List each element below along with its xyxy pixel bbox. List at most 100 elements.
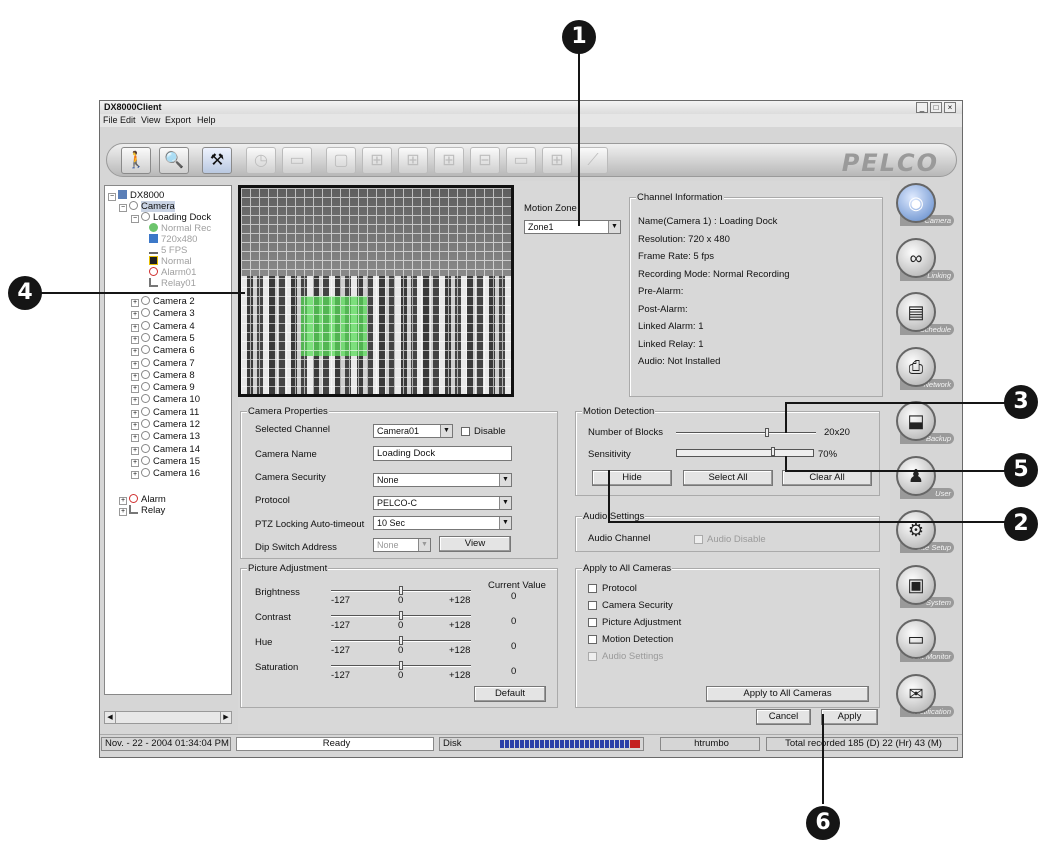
ptz-timeout-select[interactable]: 10 Sec ▼: [373, 516, 512, 530]
expand-icon[interactable]: +: [131, 446, 139, 455]
tree-camera-item[interactable]: + Camera 5: [131, 332, 195, 344]
person-icon[interactable]: 🚶: [121, 147, 151, 174]
layout-4-icon[interactable]: ⊞: [362, 147, 392, 174]
expand-icon[interactable]: +: [131, 397, 139, 406]
clear-all-button[interactable]: Clear All: [782, 470, 872, 486]
adjust-slider-thumb[interactable]: [399, 661, 403, 670]
apply-option-checkbox[interactable]: [588, 652, 597, 661]
schedule-icon[interactable]: ▤: [896, 292, 936, 332]
expand-icon[interactable]: +: [131, 422, 139, 430]
selected-channel-select[interactable]: Camera01 ▼: [373, 424, 453, 438]
tree-detail-relay[interactable]: Relay01: [149, 278, 196, 289]
select-all-button[interactable]: Select All: [683, 470, 773, 486]
layout-16-icon[interactable]: ⊞: [434, 147, 464, 174]
chevron-down-icon[interactable]: ▼: [608, 221, 620, 233]
chevron-down-icon[interactable]: ▼: [440, 425, 452, 437]
tree-camera-item[interactable]: + Camera 6: [131, 345, 195, 357]
menu-export[interactable]: Export: [165, 115, 191, 125]
tree-relay[interactable]: + Relay: [119, 505, 165, 516]
layout-8-icon[interactable]: ⊞: [542, 147, 572, 174]
expand-icon[interactable]: +: [131, 311, 139, 320]
expand-icon[interactable]: +: [131, 372, 139, 381]
camera-icon[interactable]: ◉: [896, 183, 936, 223]
user-icon[interactable]: ♟: [896, 455, 936, 496]
audio-disable-checkbox[interactable]: [694, 535, 703, 544]
cancel-button[interactable]: Cancel: [756, 709, 811, 725]
apply-option-checkbox[interactable]: [588, 635, 597, 644]
expand-icon[interactable]: +: [131, 360, 139, 369]
network-icon[interactable]: ⎙: [896, 346, 936, 387]
tree-camera-item[interactable]: + Camera 16: [131, 468, 200, 480]
monitor-icon[interactable]: ▭: [896, 619, 936, 659]
scroll-right-icon[interactable]: ▶: [220, 712, 231, 723]
maximize-button[interactable]: □: [930, 102, 942, 113]
menu-edit[interactable]: Edit: [120, 115, 136, 125]
tree-camera-item[interactable]: + Camera 3: [131, 308, 195, 320]
chevron-down-icon[interactable]: ▼: [418, 539, 430, 551]
site-setup-icon[interactable]: ⚙: [896, 510, 936, 550]
default-button[interactable]: Default: [474, 686, 546, 702]
adjust-slider-thumb[interactable]: [399, 611, 403, 620]
menu-help[interactable]: Help: [197, 115, 216, 125]
tree-camera-1[interactable]: − Loading Dock: [131, 212, 211, 223]
disable-checkbox[interactable]: [461, 427, 470, 436]
tree-camera-item[interactable]: + Camera 13: [131, 431, 200, 443]
apply-option-checkbox[interactable]: [588, 584, 597, 593]
blocks-slider[interactable]: [676, 432, 816, 434]
chevron-down-icon[interactable]: ▼: [499, 517, 511, 529]
apply-button[interactable]: Apply: [821, 709, 878, 725]
tree-alarm[interactable]: + Alarm: [119, 494, 166, 505]
layout-1-icon[interactable]: ▢: [326, 147, 356, 174]
tree-root[interactable]: − DX8000: [108, 190, 164, 201]
notification-icon[interactable]: ✉: [896, 673, 936, 714]
expand-icon[interactable]: +: [131, 458, 139, 467]
expand-icon[interactable]: +: [131, 434, 139, 443]
minimize-button[interactable]: _: [916, 102, 928, 113]
scroll-left-icon[interactable]: ◀: [105, 712, 116, 723]
tree-detail-recording[interactable]: Normal Rec: [149, 223, 211, 234]
expand-icon[interactable]: +: [131, 385, 139, 394]
clock-icon[interactable]: ◷: [246, 147, 276, 174]
printer-icon[interactable]: ▭: [282, 147, 312, 174]
system-icon[interactable]: ▣: [896, 564, 936, 605]
apply-option-checkbox[interactable]: [588, 618, 597, 627]
tree-detail-alarm[interactable]: Alarm01: [149, 267, 196, 278]
adjust-slider-thumb[interactable]: [399, 636, 403, 645]
protocol-select[interactable]: PELCO-C ▼: [373, 496, 512, 510]
tree-scrollbar[interactable]: ◀ ▶: [104, 711, 232, 724]
search-icon[interactable]: 🔍: [159, 147, 189, 174]
close-button[interactable]: ×: [944, 102, 956, 113]
tree-camera-item[interactable]: + Camera 2: [131, 296, 195, 307]
expand-icon[interactable]: +: [131, 299, 139, 307]
expand-icon[interactable]: +: [131, 348, 139, 357]
tree-detail-resolution[interactable]: 720x480: [149, 234, 197, 245]
sensitivity-slider-thumb[interactable]: [770, 447, 775, 456]
tree-camera-item[interactable]: + Camera 7: [131, 357, 195, 369]
tree-detail-fps[interactable]: 5 FPS: [149, 245, 187, 256]
expand-icon[interactable]: +: [131, 409, 139, 418]
apply-option-checkbox[interactable]: [588, 601, 597, 610]
tree-camera-item[interactable]: + Camera 9: [131, 382, 195, 394]
camera-name-input[interactable]: Loading Dock: [373, 446, 512, 461]
tree-camera-item[interactable]: + Camera 11: [131, 406, 199, 418]
adjust-slider-thumb[interactable]: [399, 586, 403, 595]
menu-view[interactable]: View: [141, 115, 160, 125]
expand-icon[interactable]: +: [131, 471, 139, 480]
layout-6-icon[interactable]: ⊟: [470, 147, 500, 174]
apply-to-all-cameras-button[interactable]: Apply to All Cameras: [706, 686, 869, 702]
sensitivity-slider[interactable]: [676, 449, 814, 457]
tree-camera-item[interactable]: + Camera 14: [131, 443, 200, 455]
chevron-down-icon[interactable]: ▼: [499, 497, 511, 509]
tree-camera-item[interactable]: + Camera 15: [131, 455, 200, 467]
view-button[interactable]: View: [439, 536, 511, 552]
sequence-icon[interactable]: ⟋: [578, 147, 608, 174]
hide-button[interactable]: Hide: [592, 470, 672, 486]
video-preview[interactable]: [238, 185, 514, 397]
layout-2-icon[interactable]: ▭: [506, 147, 536, 174]
tree-camera-item[interactable]: + Camera 12: [131, 419, 200, 430]
tree-camera-item[interactable]: + Camera 10: [131, 394, 200, 406]
backup-icon[interactable]: ⬓: [896, 401, 936, 441]
dip-switch-select[interactable]: None ▼: [373, 538, 431, 552]
menu-file[interactable]: File: [103, 115, 118, 125]
tree-detail-mode[interactable]: Normal: [149, 256, 192, 267]
